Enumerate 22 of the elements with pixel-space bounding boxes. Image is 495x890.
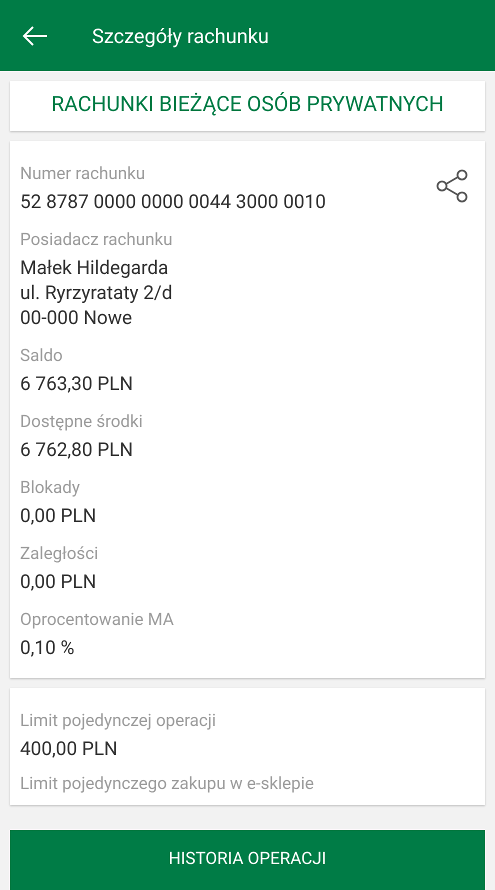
field-value: Małek Hildegarda ul. Ryrzyrataty 2/d 00-000 Nowe	[20, 255, 173, 330]
field-value: 0,00 PLN	[20, 569, 98, 594]
window-title: Szczegóły rachunku	[92, 22, 269, 50]
field-value: 52 8787 0000 0000 0044 3000 0010	[20, 189, 326, 214]
share-icon[interactable]	[435, 169, 469, 203]
account-type: RACHUNKI BIEŻĄCE OSÓB PRYWATNYCH	[51, 91, 444, 120]
field-value: 0,00 PLN	[20, 503, 96, 528]
field-value: 6 763,30 PLN	[20, 371, 134, 396]
history-button[interactable]: HISTORIA OPERACJI	[10, 830, 485, 890]
field-label: Limit pojedynczej operacji	[20, 710, 216, 732]
back-icon[interactable]	[22, 26, 48, 46]
field-label: Numer rachunku	[20, 163, 146, 185]
field-label: Posiadacz rachunku	[20, 229, 173, 251]
field-label: Limit pojedynczego zakupu w e-sklepie	[20, 773, 314, 795]
field-label: Blokady	[20, 477, 81, 499]
field-value: 6 762,80 PLN	[20, 437, 134, 462]
field-label: Dostępne środki	[20, 411, 143, 433]
field-value: 0,10 %	[20, 635, 76, 660]
field-label: Zaległości	[20, 543, 98, 565]
field-value: 400,00 PLN	[20, 736, 119, 761]
field-label: Saldo	[20, 345, 64, 367]
field-label: Oprocentowanie MA	[20, 609, 174, 631]
